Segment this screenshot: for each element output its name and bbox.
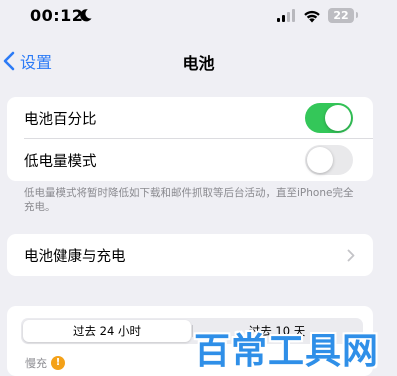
status-time: 00:12 [30,6,84,25]
toggle-knob [325,105,351,131]
low-power-mode-row: 低电量模式 [7,139,373,181]
chevron-right-icon [347,249,355,262]
segment-24-hours[interactable]: 过去 24 小时 [23,320,191,342]
watermark: 百常工具网 [194,331,380,372]
battery-health-row[interactable]: 电池健康与充电 [7,234,373,276]
battery-health-group: 电池健康与充电 [7,234,373,276]
low-power-footnote: 低电量模式将暂时降低如下载和邮件抓取等后台活动，直至iPhone完全充电。 [24,187,354,213]
battery-settings-group: 电池百分比 低电量模式 [7,97,373,181]
low-power-mode-label: 低电量模式 [24,153,97,170]
low-power-mode-toggle[interactable] [305,145,353,175]
page-title: 电池 [182,54,215,73]
battery-tip [356,12,358,18]
battery-health-label: 电池健康与充电 [24,248,126,265]
charge-status-label: 慢充 [25,357,47,370]
battery-icon: 22 [328,8,354,23]
toggle-knob [307,147,333,173]
charge-status: 慢充 ! [25,355,65,371]
status-bar: 00:12 22 [0,0,397,34]
battery-percentage-toggle[interactable] [305,103,353,133]
cellular-signal-icon [277,9,295,22]
info-icon[interactable]: ! [51,356,65,370]
moon-icon [80,9,92,22]
battery-percentage-label: 电池百分比 [24,111,97,128]
wifi-icon [304,10,320,23]
battery-percentage-row: 电池百分比 [7,97,373,139]
